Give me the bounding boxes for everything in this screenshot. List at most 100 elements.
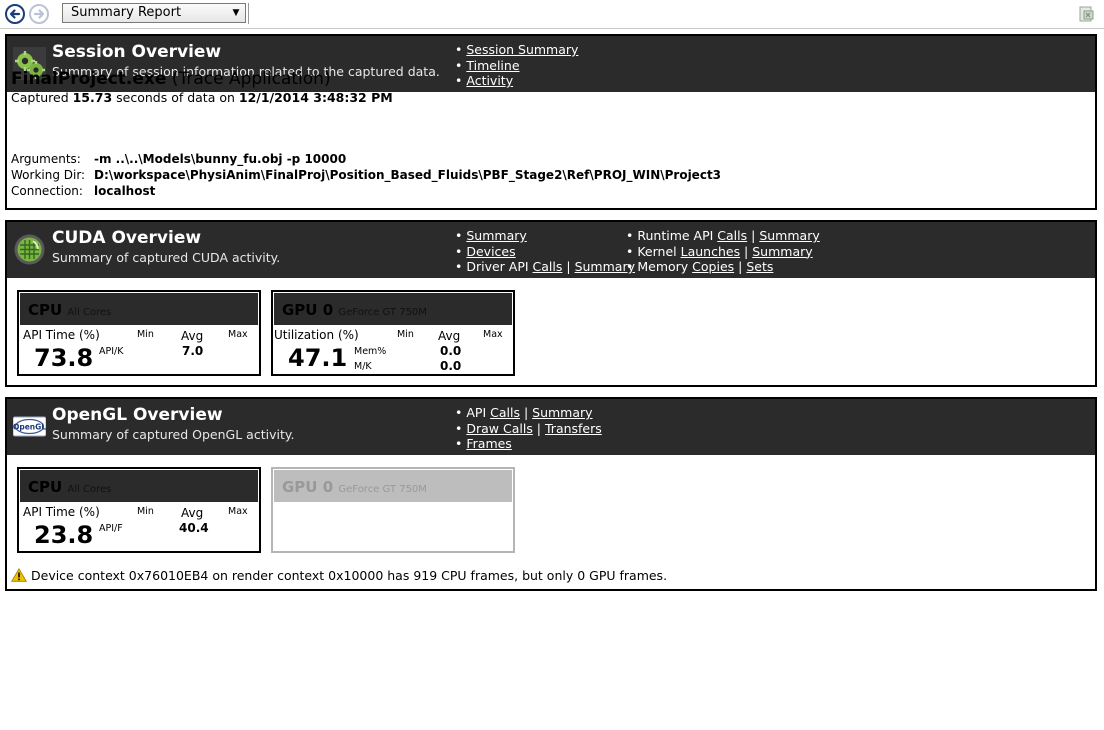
cuda-gpu-card-title: GPU 0 GeForce GT 750M <box>282 301 427 319</box>
arguments-label: Arguments: <box>11 152 81 166</box>
cuda-cpu-min-label: Min <box>137 329 154 340</box>
link-draw-calls[interactable]: Draw Calls <box>466 421 532 436</box>
cuda-overview-header: CUDA Overview Summary of captured CUDA a… <box>7 222 1095 278</box>
opengl-gpu-card-sub: GeForce GT 750M <box>338 484 427 495</box>
workdir-label: Working Dir: <box>11 168 86 182</box>
report-select[interactable]: Summary Report ▼ <box>62 3 246 23</box>
arguments-row: Arguments: -m ..\..\Models\bunny_fu.obj -… <box>11 152 346 166</box>
opengl-overview-title: OpenGL Overview <box>52 405 223 425</box>
session-links: • Session Summary • Timeline • Activity <box>455 42 579 89</box>
arguments-value: -m ..\..\Models\bunny_fu.obj -p 10000 <box>94 152 347 166</box>
cuda-gpu-label: Utilization (%) <box>274 328 359 342</box>
cuda-gpu-card-header: GPU 0 GeForce GT 750M <box>274 293 512 325</box>
link-api-calls[interactable]: Calls <box>490 405 520 420</box>
cuda-cpu-label: API Time (%) <box>23 328 100 342</box>
opengl-cpu-avg-label: Avg <box>181 506 204 520</box>
memory-label: Memory <box>637 259 693 275</box>
opengl-cpu-max-label: Max <box>228 506 248 517</box>
opengl-links: • API Calls | Summary • Draw Calls | Tra… <box>455 405 602 452</box>
cuda-cpu-avg-value: 7.0 <box>182 344 204 358</box>
captured-date: 12/1/2014 3:48:32 PM <box>238 90 393 105</box>
app-name: FinalProject.exe (Trace Application) <box>11 69 331 89</box>
link-timeline[interactable]: Timeline <box>466 58 519 73</box>
link-driver-calls[interactable]: Calls <box>533 259 563 274</box>
captured-mid: seconds of data on <box>112 90 239 105</box>
report-select-value: Summary Report <box>71 5 182 20</box>
opengl-gpu-card: GPU 0 GeForce GT 750M <box>271 467 515 553</box>
cuda-gpu-mem-label: Mem% <box>354 346 387 357</box>
link-kernel-summary[interactable]: Summary <box>752 244 812 259</box>
link-transfers[interactable]: Transfers <box>545 421 602 436</box>
workdir-value: D:\workspace\PhysiAnim\FinalProj\Positio… <box>94 168 722 182</box>
opengl-cpu-unit: API/F <box>99 523 123 534</box>
workdir-row: Working Dir: D:\workspace\PhysiAnim\Final… <box>11 168 721 182</box>
cuda-links-right: • Runtime API Calls | Summary • Kernel L… <box>626 228 820 275</box>
opengl-overview-subtitle: Summary of captured OpenGL activity. <box>52 427 295 442</box>
opengl-gpu-card-header: GPU 0 GeForce GT 750M <box>274 470 512 502</box>
toolbar-divider <box>248 3 249 24</box>
cuda-gpu-mk-label: M/K <box>354 361 372 372</box>
opengl-overview-header: OpenGL OpenGL Overview Summary of captur… <box>7 399 1095 455</box>
toolbar: Summary Report ▼ <box>0 0 1104 29</box>
opengl-cpu-value: 23.8 <box>34 521 94 549</box>
link-kernel-launches[interactable]: Launches <box>681 244 740 259</box>
warning-text: Device context 0x76010EB4 on render cont… <box>31 568 668 583</box>
arrow-right-icon <box>33 9 45 19</box>
opengl-cpu-card-sub: All Cores <box>67 484 112 495</box>
opengl-cpu-label: API Time (%) <box>23 505 100 519</box>
api-label: API <box>466 405 491 420</box>
driver-api-label: Driver API <box>466 259 533 275</box>
opengl-warning: Device context 0x76010EB4 on render cont… <box>11 568 667 583</box>
captured-prefix: Captured <box>11 90 73 105</box>
link-memory-copies[interactable]: Copies <box>692 259 734 274</box>
cuda-cpu-max-label: Max <box>228 329 248 340</box>
export-excel-icon[interactable] <box>1078 6 1094 22</box>
link-memory-sets[interactable]: Sets <box>746 259 773 274</box>
cuda-cpu-card-header: CPU All Cores <box>20 293 258 325</box>
link-runtime-calls[interactable]: Calls <box>717 228 747 243</box>
cuda-gpu-mem-value: 0.0 <box>440 344 462 358</box>
cuda-gpu-card[interactable]: GPU 0 GeForce GT 750M Utilization (%) Mi… <box>271 290 515 376</box>
link-api-summary[interactable]: Summary <box>532 405 592 420</box>
cuda-gpu-card-sub: GeForce GT 750M <box>338 307 427 318</box>
cuda-links-left: • Summary • Devices • Driver API Calls |… <box>455 228 635 275</box>
session-overview-section: Session Overview Summary of session info… <box>5 34 1097 210</box>
link-session-summary[interactable]: Session Summary <box>466 42 578 57</box>
opengl-logo-icon: OpenGL <box>13 416 46 437</box>
cuda-gpu-min-label: Min <box>397 329 414 340</box>
opengl-cpu-min-label: Min <box>137 506 154 517</box>
link-runtime-summary[interactable]: Summary <box>759 228 819 243</box>
cuda-cpu-unit: API/K <box>99 346 124 357</box>
opengl-gpu-card-title: GPU 0 GeForce GT 750M <box>282 478 427 496</box>
opengl-cpu-card-header: CPU All Cores <box>20 470 258 502</box>
app-exe: FinalProject.exe <box>11 69 167 89</box>
connection-value: localhost <box>94 184 156 198</box>
runtime-api-label: Runtime API <box>637 228 718 243</box>
cuda-chip-icon <box>14 234 45 265</box>
arrow-left-icon <box>9 9 21 19</box>
cuda-cpu-card-title: CPU All Cores <box>28 301 112 319</box>
opengl-cpu-card[interactable]: CPU All Cores API Time (%) Min Avg Max 2… <box>17 467 261 553</box>
link-frames[interactable]: Frames <box>466 436 511 451</box>
cuda-gpu-max-label: Max <box>483 329 503 340</box>
svg-text:OpenGL: OpenGL <box>13 423 46 432</box>
opengl-cpu-card-title: CPU All Cores <box>28 478 112 496</box>
link-activity[interactable]: Activity <box>466 73 513 88</box>
session-overview-title: Session Overview <box>52 42 222 62</box>
chevron-down-icon: ▼ <box>232 8 240 18</box>
back-button[interactable] <box>5 4 25 24</box>
warning-icon <box>11 568 27 582</box>
captured-seconds: 15.73 <box>72 90 113 105</box>
connection-row: Connection: localhost <box>11 184 155 198</box>
cuda-cpu-card[interactable]: CPU All Cores API Time (%) Min Avg Max 7… <box>17 290 261 376</box>
kernel-label: Kernel <box>637 243 681 259</box>
connection-label: Connection: <box>11 184 83 198</box>
cuda-gpu-avg-label: Avg <box>438 329 461 343</box>
app-type: (Trace Application) <box>171 69 331 89</box>
cuda-overview-subtitle: Summary of captured CUDA activity. <box>52 250 281 265</box>
cuda-cpu-avg-label: Avg <box>181 329 204 343</box>
captured-info: Captured 15.73 seconds of data on 12/1/2… <box>11 90 393 105</box>
link-devices[interactable]: Devices <box>466 244 515 259</box>
forward-button[interactable] <box>29 4 49 24</box>
link-cuda-summary[interactable]: Summary <box>466 228 526 243</box>
